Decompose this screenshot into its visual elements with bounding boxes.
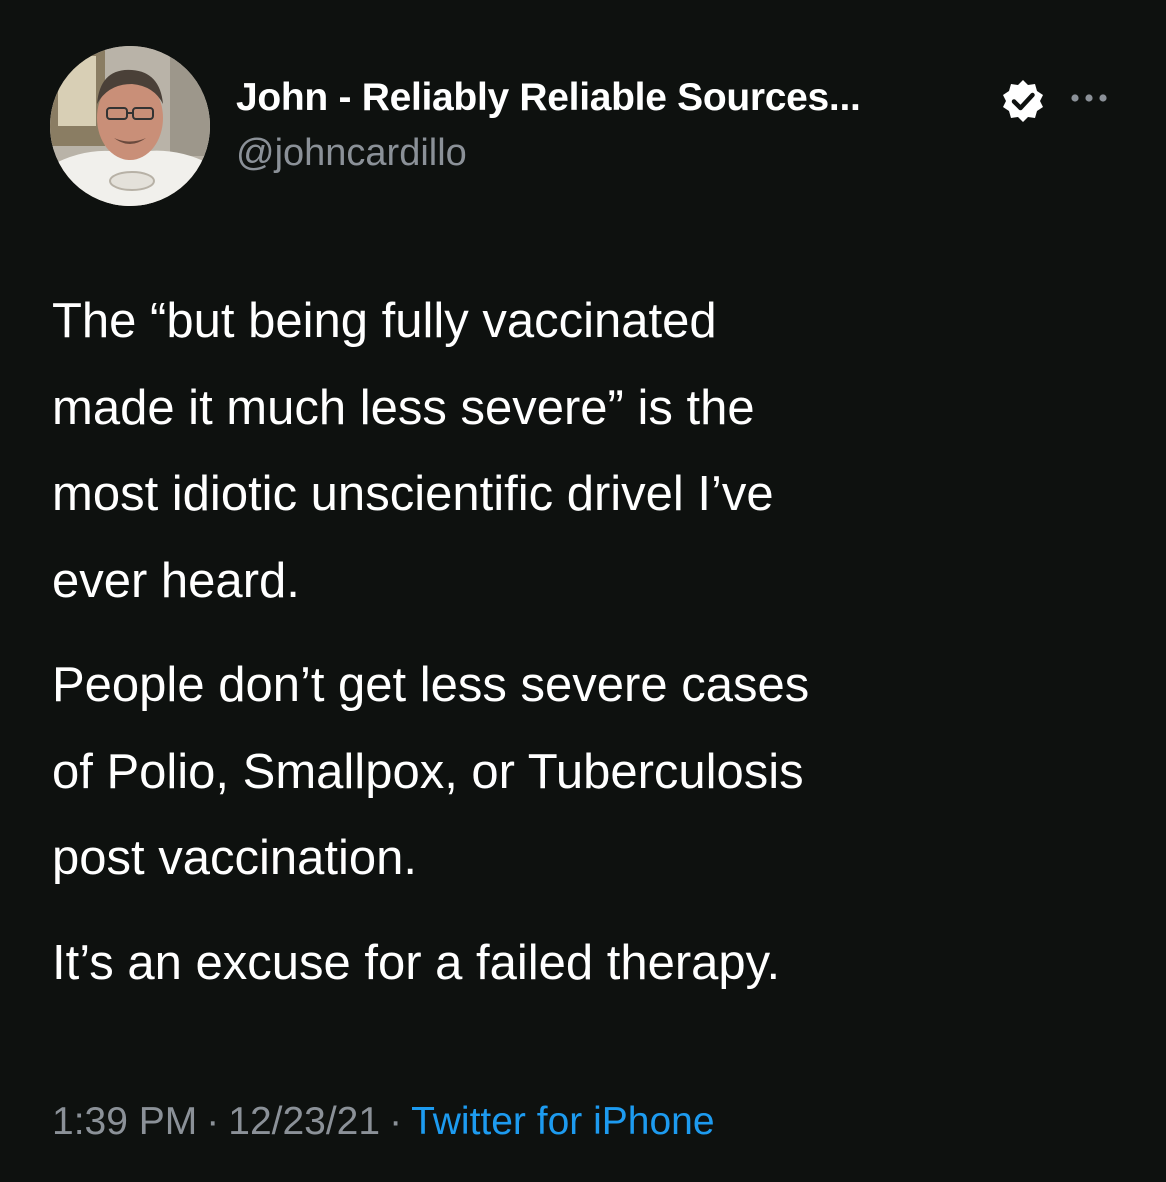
author-display-name[interactable]: John - Reliably Reliable Sources... bbox=[236, 76, 861, 120]
tweet-meta: 1:39 PM · 12/23/21 · Twitter for iPhone bbox=[52, 1100, 715, 1144]
tweet-source-link[interactable]: Twitter for iPhone bbox=[411, 1100, 714, 1143]
tweet-card: John - Reliably Reliable Sources... @joh… bbox=[0, 0, 1166, 1182]
tweet-line: ever heard. bbox=[52, 553, 300, 608]
tweet-date[interactable]: 12/23/21 bbox=[228, 1100, 380, 1143]
avatar-photo-icon bbox=[50, 46, 210, 206]
more-options-icon[interactable] bbox=[1066, 86, 1112, 110]
author-handle[interactable]: @johncardillo bbox=[236, 132, 467, 175]
meta-separator: · bbox=[389, 1100, 403, 1143]
tweet-line: of Polio, Smallpox, or Tuberculosis bbox=[52, 744, 804, 799]
tweet-line: most idiotic unscientific drivel I’ve bbox=[52, 467, 774, 521]
tweet-paragraph: People don’t get less severe cases of Po… bbox=[52, 642, 1112, 902]
tweet-line: It’s an excuse for a failed therapy. bbox=[52, 935, 781, 990]
tweet-line: People don’t get less severe cases bbox=[52, 658, 810, 712]
tweet-text: The “but being fully vaccinated made it … bbox=[52, 278, 1112, 1024]
verified-badge-icon bbox=[1003, 80, 1043, 122]
meta-separator: · bbox=[206, 1100, 220, 1143]
tweet-line: post vaccination. bbox=[52, 831, 417, 885]
tweet-line: made it much less severe” is the bbox=[52, 380, 755, 435]
tweet-time[interactable]: 1:39 PM bbox=[52, 1100, 197, 1143]
tweet-line: The “but being fully vaccinated bbox=[52, 294, 717, 348]
tweet-paragraph: It’s an excuse for a failed therapy. bbox=[52, 920, 1112, 1007]
avatar[interactable] bbox=[50, 46, 210, 206]
tweet-paragraph: The “but being fully vaccinated made it … bbox=[52, 278, 1112, 624]
